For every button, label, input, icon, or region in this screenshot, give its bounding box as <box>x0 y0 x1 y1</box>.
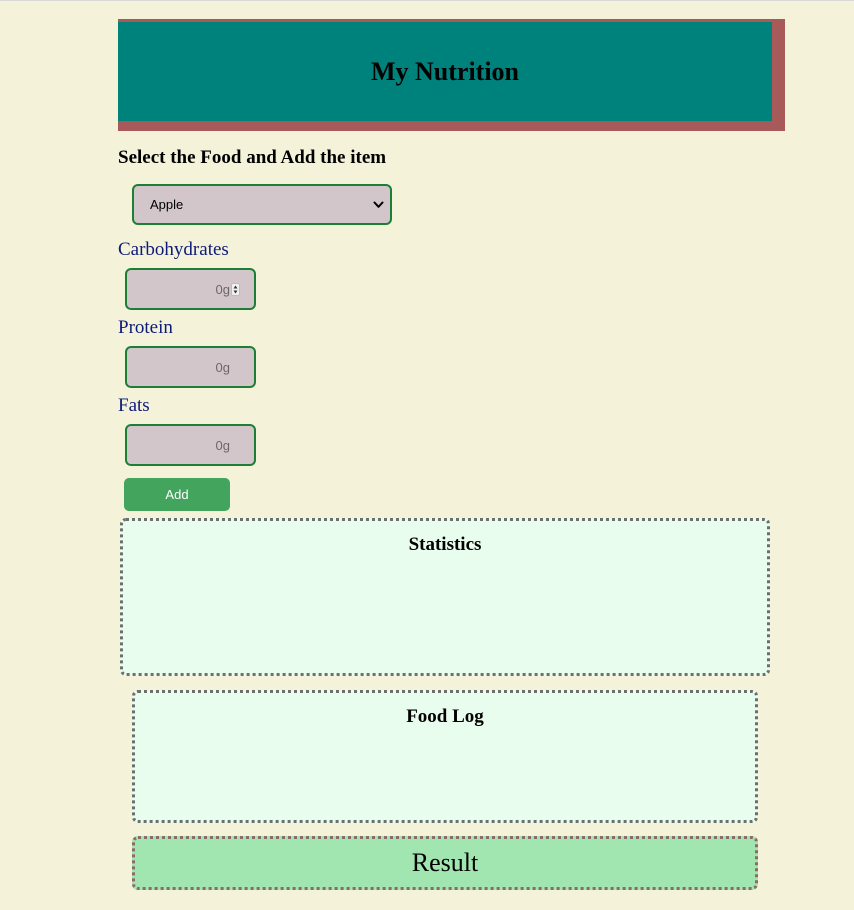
statistics-title: Statistics <box>408 534 482 555</box>
spinner-icon[interactable] <box>231 282 240 296</box>
header-banner: My Nutrition <box>118 22 772 121</box>
carbohydrates-value: 0g <box>215 281 230 297</box>
result-label: Result <box>411 848 479 877</box>
protein-label: Protein <box>118 317 173 338</box>
fats-input[interactable]: 0g <box>125 424 256 466</box>
nutrition-page: My Nutrition Select the Food and Add the… <box>0 0 854 910</box>
food-log-title: Food Log <box>406 706 484 727</box>
select-food-heading: Select the Food and Add the item <box>118 147 387 168</box>
protein-value: 0g <box>215 359 230 375</box>
food-log-panel: Food Log <box>132 690 758 823</box>
page-title: My Nutrition <box>370 56 520 86</box>
header-shadow: My Nutrition <box>118 19 785 131</box>
food-select-value: Apple <box>150 197 184 212</box>
carbohydrates-label: Carbohydrates <box>118 239 229 260</box>
result-panel: Result <box>132 836 758 890</box>
fats-label: Fats <box>118 395 150 416</box>
carbohydrates-input[interactable]: 0g <box>125 268 256 310</box>
chevron-down-icon <box>372 199 384 211</box>
fats-value: 0g <box>215 437 230 453</box>
protein-input[interactable]: 0g <box>125 346 256 388</box>
food-select[interactable]: Apple <box>132 184 392 225</box>
add-button[interactable]: Add <box>124 478 230 511</box>
statistics-panel: Statistics <box>120 518 770 676</box>
